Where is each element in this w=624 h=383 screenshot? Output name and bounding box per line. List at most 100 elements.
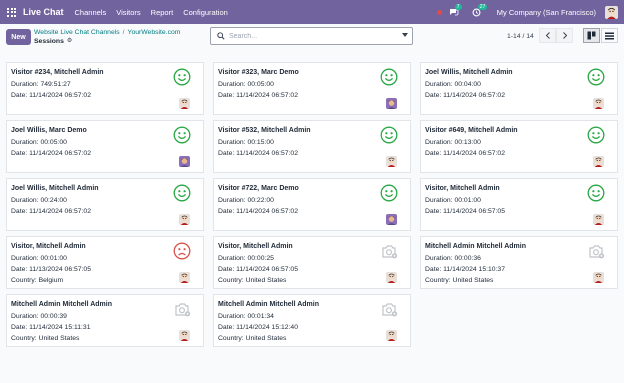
session-card[interactable]: Visitor #234, Mitchell Admin Duration: 74…: [6, 62, 204, 115]
session-duration: Duration: 00:15:00: [218, 139, 274, 146]
menu-item-visitors[interactable]: Visitors: [116, 8, 140, 17]
session-duration: Duration: 00:04:00: [425, 81, 481, 88]
session-country: Country: United States: [425, 277, 494, 284]
operator-avatar: [386, 98, 397, 109]
session-duration: Duration: 00:13:00: [425, 139, 481, 146]
session-duration: Duration: 00:22:00: [218, 197, 274, 204]
operator-avatar: [593, 214, 604, 225]
session-date: Date: 11/14/2024 06:57:02: [218, 208, 298, 215]
operator-avatar: [386, 214, 397, 225]
list-view-button[interactable]: [601, 28, 618, 43]
happy-rating-icon: [380, 126, 398, 144]
chevron-left-icon: [545, 32, 550, 39]
operator-avatar: [179, 98, 190, 109]
apps-menu-icon[interactable]: [7, 7, 16, 17]
search-icon: [217, 32, 225, 40]
activity-clock-icon[interactable]: 27: [472, 4, 488, 17]
session-card[interactable]: Visitor, Mitchell Admin Duration: 00:00:2…: [213, 236, 411, 289]
session-date: Date: 11/14/2024 15:10:37: [425, 266, 505, 273]
sad-rating-icon: [173, 242, 191, 260]
session-card-title: Visitor #722, Marc Demo: [218, 185, 299, 192]
session-duration: Duration: 00:05:00: [11, 139, 67, 146]
operator-avatar: [179, 272, 190, 283]
session-card[interactable]: Visitor, Mitchell Admin Duration: 00:01:0…: [6, 236, 204, 289]
session-duration: Duration: 00:00:25: [218, 255, 274, 262]
session-card-title: Mitchell Admin Mitchell Admin: [11, 301, 112, 308]
session-card[interactable]: Visitor #722, Marc Demo Duration: 00:22:0…: [213, 178, 411, 231]
pager-value[interactable]: 1-14 / 14: [507, 33, 534, 40]
operator-avatar: [593, 272, 604, 283]
top-navbar: Live Chat Channels Visitors Report Confi…: [0, 0, 624, 24]
operator-avatar: [179, 214, 190, 225]
company-switcher[interactable]: My Company (San Francisco): [497, 8, 596, 17]
happy-rating-icon: [587, 126, 605, 144]
search-input[interactable]: [229, 32, 389, 40]
session-card[interactable]: Visitor #323, Marc Demo Duration: 00:05:0…: [213, 62, 411, 115]
session-card-title: Visitor, Mitchell Admin: [11, 243, 86, 250]
kanban-icon: [587, 31, 596, 40]
list-icon: [605, 32, 614, 39]
session-card[interactable]: Visitor #649, Mitchell Admin Duration: 00…: [420, 120, 618, 173]
session-card[interactable]: Joel Willis, Mitchell Admin Duration: 00:…: [6, 178, 204, 231]
session-date: Date: 11/14/2024 06:57:05: [218, 266, 298, 273]
session-date: Date: 11/14/2024 06:57:02: [218, 150, 298, 157]
session-card-title: Visitor #323, Marc Demo: [218, 69, 299, 76]
breadcrumb-separator: /: [122, 29, 125, 36]
happy-rating-icon: [380, 184, 398, 202]
gear-icon[interactable]: ⚙: [67, 37, 72, 46]
session-card[interactable]: Joel Willis, Mitchell Admin Duration: 00:…: [420, 62, 618, 115]
session-card-title: Visitor, Mitchell Admin: [218, 243, 293, 250]
session-date: Date: 11/14/2024 06:57:05: [425, 208, 505, 215]
happy-rating-icon: [587, 68, 605, 86]
session-card[interactable]: Visitor #532, Mitchell Admin Duration: 00…: [213, 120, 411, 173]
chevron-right-icon: [562, 32, 567, 39]
session-date: Date: 11/14/2024 06:57:02: [11, 92, 91, 99]
no-rating-icon: [380, 300, 398, 318]
menu-item-configuration[interactable]: Configuration: [183, 8, 228, 17]
chat-messages-icon[interactable]: 7: [449, 4, 462, 16]
session-date: Date: 11/14/2024 06:57:02: [11, 150, 91, 157]
search-options-toggle[interactable]: [402, 33, 408, 37]
operator-avatar: [179, 156, 190, 167]
session-country: Country: Belgium: [11, 277, 64, 284]
session-card-title: Joel Willis, Marc Demo: [11, 127, 87, 134]
session-card[interactable]: Mitchell Admin Mitchell Admin Duration: 0…: [213, 294, 411, 347]
session-card-title: Visitor #234, Mitchell Admin: [11, 69, 104, 76]
session-card-title: Visitor #649, Mitchell Admin: [425, 127, 518, 134]
activity-badge: 27: [477, 4, 488, 10]
status-dot-icon[interactable]: [436, 9, 442, 15]
operator-avatar: [386, 330, 397, 341]
session-card-title: Mitchell Admin Mitchell Admin: [425, 243, 526, 250]
menu-item-report[interactable]: Report: [151, 8, 174, 17]
session-date: Date: 11/13/2024 06:57:05: [11, 266, 91, 273]
happy-rating-icon: [380, 68, 398, 86]
session-duration: Duration: 00:01:34: [218, 313, 274, 320]
user-avatar[interactable]: [605, 5, 618, 19]
happy-rating-icon: [173, 126, 191, 144]
pager-previous-button[interactable]: [539, 28, 556, 43]
session-card[interactable]: Joel Willis, Marc Demo Duration: 00:05:00…: [6, 120, 204, 173]
session-card[interactable]: Mitchell Admin Mitchell Admin Duration: 0…: [6, 294, 204, 347]
session-duration: Duration: 749:51:27: [11, 81, 71, 88]
session-date: Date: 11/14/2024 06:57:02: [218, 92, 298, 99]
breadcrumb-website-link[interactable]: YourWebsite.com: [128, 29, 181, 36]
session-duration: Duration: 00:05:00: [218, 81, 274, 88]
no-rating-icon: [587, 242, 605, 260]
operator-avatar: [386, 272, 397, 283]
breadcrumb-channels-link[interactable]: Website Live Chat Channels: [34, 29, 120, 36]
session-date: Date: 11/14/2024 15:12:40: [218, 324, 298, 331]
app-brand[interactable]: Live Chat: [23, 7, 64, 17]
kanban-view-button[interactable]: [583, 28, 600, 43]
session-card[interactable]: Mitchell Admin Mitchell Admin Duration: 0…: [420, 236, 618, 289]
pager-next-button[interactable]: [556, 28, 573, 43]
new-button[interactable]: New: [6, 29, 31, 45]
no-rating-icon: [173, 300, 191, 318]
session-duration: Duration: 00:00:36: [425, 255, 481, 262]
session-card-title: Joel Willis, Mitchell Admin: [425, 69, 513, 76]
session-card[interactable]: Visitor, Mitchell Admin Duration: 00:01:0…: [420, 178, 618, 231]
menu-item-channels[interactable]: Channels: [75, 8, 107, 17]
navbar-systray: 7 27 My Company (San Francisco): [436, 0, 624, 24]
session-card-title: Mitchell Admin Mitchell Admin: [218, 301, 319, 308]
operator-avatar: [593, 156, 604, 167]
session-duration: Duration: 00:24:00: [11, 197, 67, 204]
